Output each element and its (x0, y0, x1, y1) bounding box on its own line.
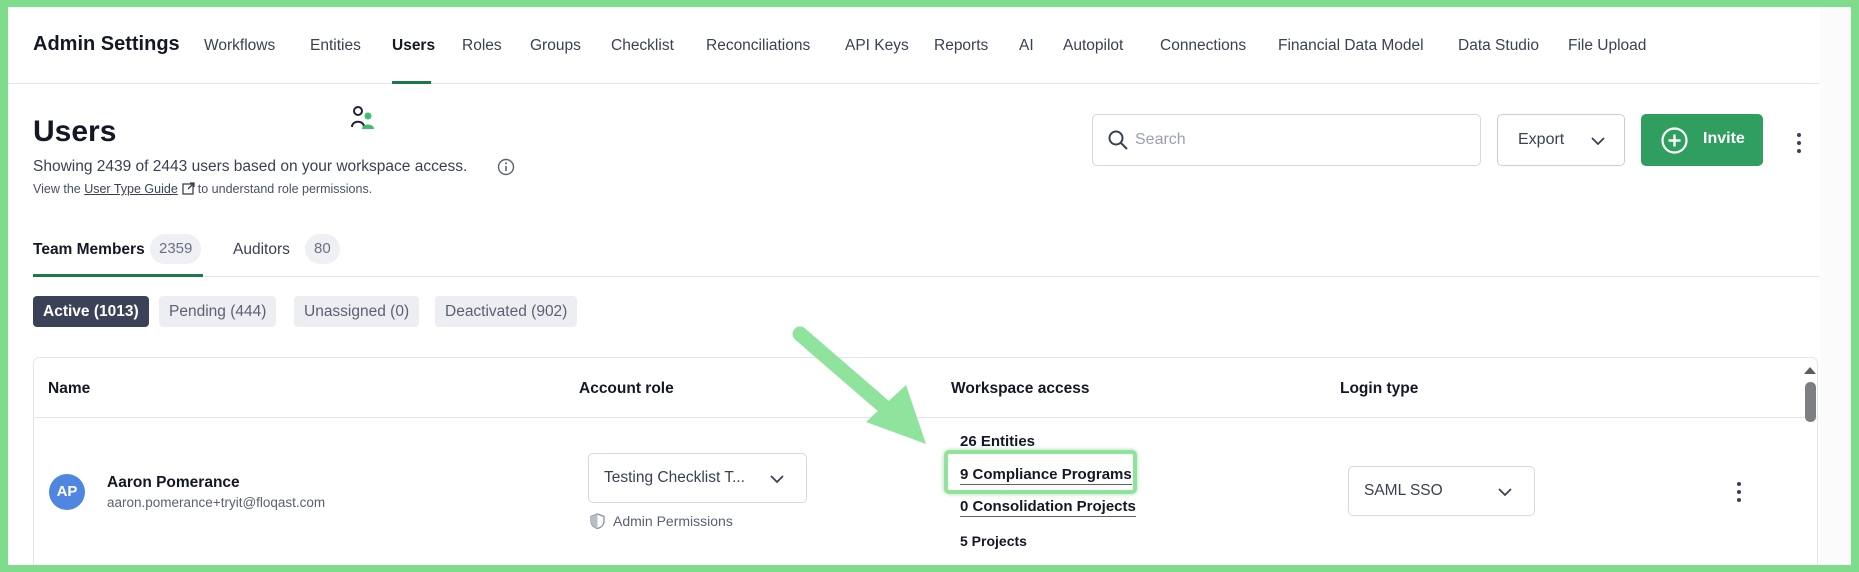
nav-data-studio[interactable]: Data Studio (1458, 37, 1539, 55)
chevron-down-icon (770, 475, 784, 484)
nav-api-keys[interactable]: API Keys (845, 37, 909, 55)
users-icon (351, 106, 374, 129)
info-icon[interactable] (497, 158, 515, 176)
app-title: Admin Settings (33, 33, 180, 55)
nav-reconciliations[interactable]: Reconciliations (706, 37, 810, 55)
column-header-workspace-access[interactable]: Workspace access (951, 380, 1089, 398)
nav-autopilot[interactable]: Autopilot (1063, 37, 1123, 55)
external-link-icon[interactable] (182, 182, 195, 195)
user-email: aaron.pomerance+tryit@floqast.com (107, 495, 326, 510)
login-type-value: SAML SSO (1364, 482, 1443, 499)
annotation-arrow-icon (792, 326, 926, 444)
nav-checklist[interactable]: Checklist (611, 37, 674, 55)
nav-ai[interactable]: AI (1019, 37, 1034, 55)
access-projects: 5 Projects (960, 533, 1027, 549)
team-members-count: 2359 (150, 234, 202, 264)
search-icon (1108, 130, 1128, 150)
account-role-value: Testing Checklist T... (604, 469, 745, 486)
column-header-account-role[interactable]: Account role (579, 380, 674, 398)
nav-reports[interactable]: Reports (934, 37, 988, 55)
more-options-icon[interactable] (1794, 131, 1804, 155)
nav-users[interactable]: Users (392, 37, 435, 55)
scroll-up-arrow-icon[interactable] (1803, 365, 1817, 375)
tab-auditors[interactable]: Auditors (233, 241, 290, 259)
filter-unassigned[interactable]: Unassigned (0) (294, 296, 420, 327)
access-consolidation-projects-link[interactable]: 0 Consolidation Projects (960, 498, 1136, 517)
nav-groups[interactable]: Groups (530, 37, 581, 55)
login-type-select[interactable]: SAML SSO (1348, 466, 1535, 516)
nav-roles[interactable]: Roles (462, 37, 502, 55)
auditors-count: 80 (305, 234, 340, 264)
window-edge (1820, 7, 1851, 565)
nav-workflows[interactable]: Workflows (204, 37, 275, 55)
chevron-down-icon (1591, 137, 1605, 146)
guide-prefix: View the (33, 182, 81, 196)
user-type-guide-note: View the User Type Guide to understand r… (33, 182, 372, 196)
export-button[interactable]: Export (1497, 114, 1625, 166)
tabs-divider (33, 276, 1820, 277)
shield-icon (590, 513, 605, 529)
guide-suffix: to understand role permissions. (197, 182, 373, 196)
nav-active-indicator (392, 81, 431, 84)
admin-permissions-label: Admin Permissions (590, 513, 733, 529)
vertical-scrollbar-thumb[interactable] (1805, 382, 1816, 422)
admin-permissions-text: Admin Permissions (613, 513, 733, 529)
plus-circle-icon (1661, 127, 1688, 154)
nav-financial-data-model[interactable]: Financial Data Model (1278, 37, 1424, 55)
row-more-options-icon[interactable] (1734, 480, 1744, 504)
column-header-name[interactable]: Name (48, 380, 90, 398)
filter-deactivated[interactable]: Deactivated (902) (435, 296, 578, 327)
user-type-guide-link[interactable]: User Type Guide (84, 182, 178, 196)
filter-active[interactable]: Active (1013) (33, 296, 149, 327)
nav-connections[interactable]: Connections (1160, 37, 1246, 55)
avatar: AP (49, 474, 85, 510)
nav-entities[interactable]: Entities (310, 37, 361, 55)
search-box[interactable] (1092, 114, 1481, 166)
filter-pending[interactable]: Pending (444) (159, 296, 277, 327)
user-name: Aaron Pomerance (107, 474, 240, 491)
page-title: Users (33, 115, 117, 148)
admin-settings-page: Admin Settings Workflows Entities Users … (8, 7, 1820, 565)
column-header-login-type[interactable]: Login type (1340, 380, 1418, 398)
annotation-highlight-box (944, 450, 1137, 494)
account-role-select[interactable]: Testing Checklist T... (588, 453, 807, 503)
users-count-summary: Showing 2439 of 2443 users based on your… (33, 158, 468, 175)
tab-active-indicator (33, 274, 203, 277)
chevron-down-icon (1498, 488, 1512, 497)
export-label: Export (1518, 131, 1565, 148)
invite-label: Invite (1703, 130, 1745, 147)
tab-team-members[interactable]: Team Members (33, 241, 145, 259)
search-input[interactable] (1135, 116, 1465, 164)
top-navigation: Admin Settings Workflows Entities Users … (8, 7, 1820, 84)
invite-button[interactable]: Invite (1641, 114, 1763, 166)
nav-file-upload[interactable]: File Upload (1568, 37, 1646, 55)
